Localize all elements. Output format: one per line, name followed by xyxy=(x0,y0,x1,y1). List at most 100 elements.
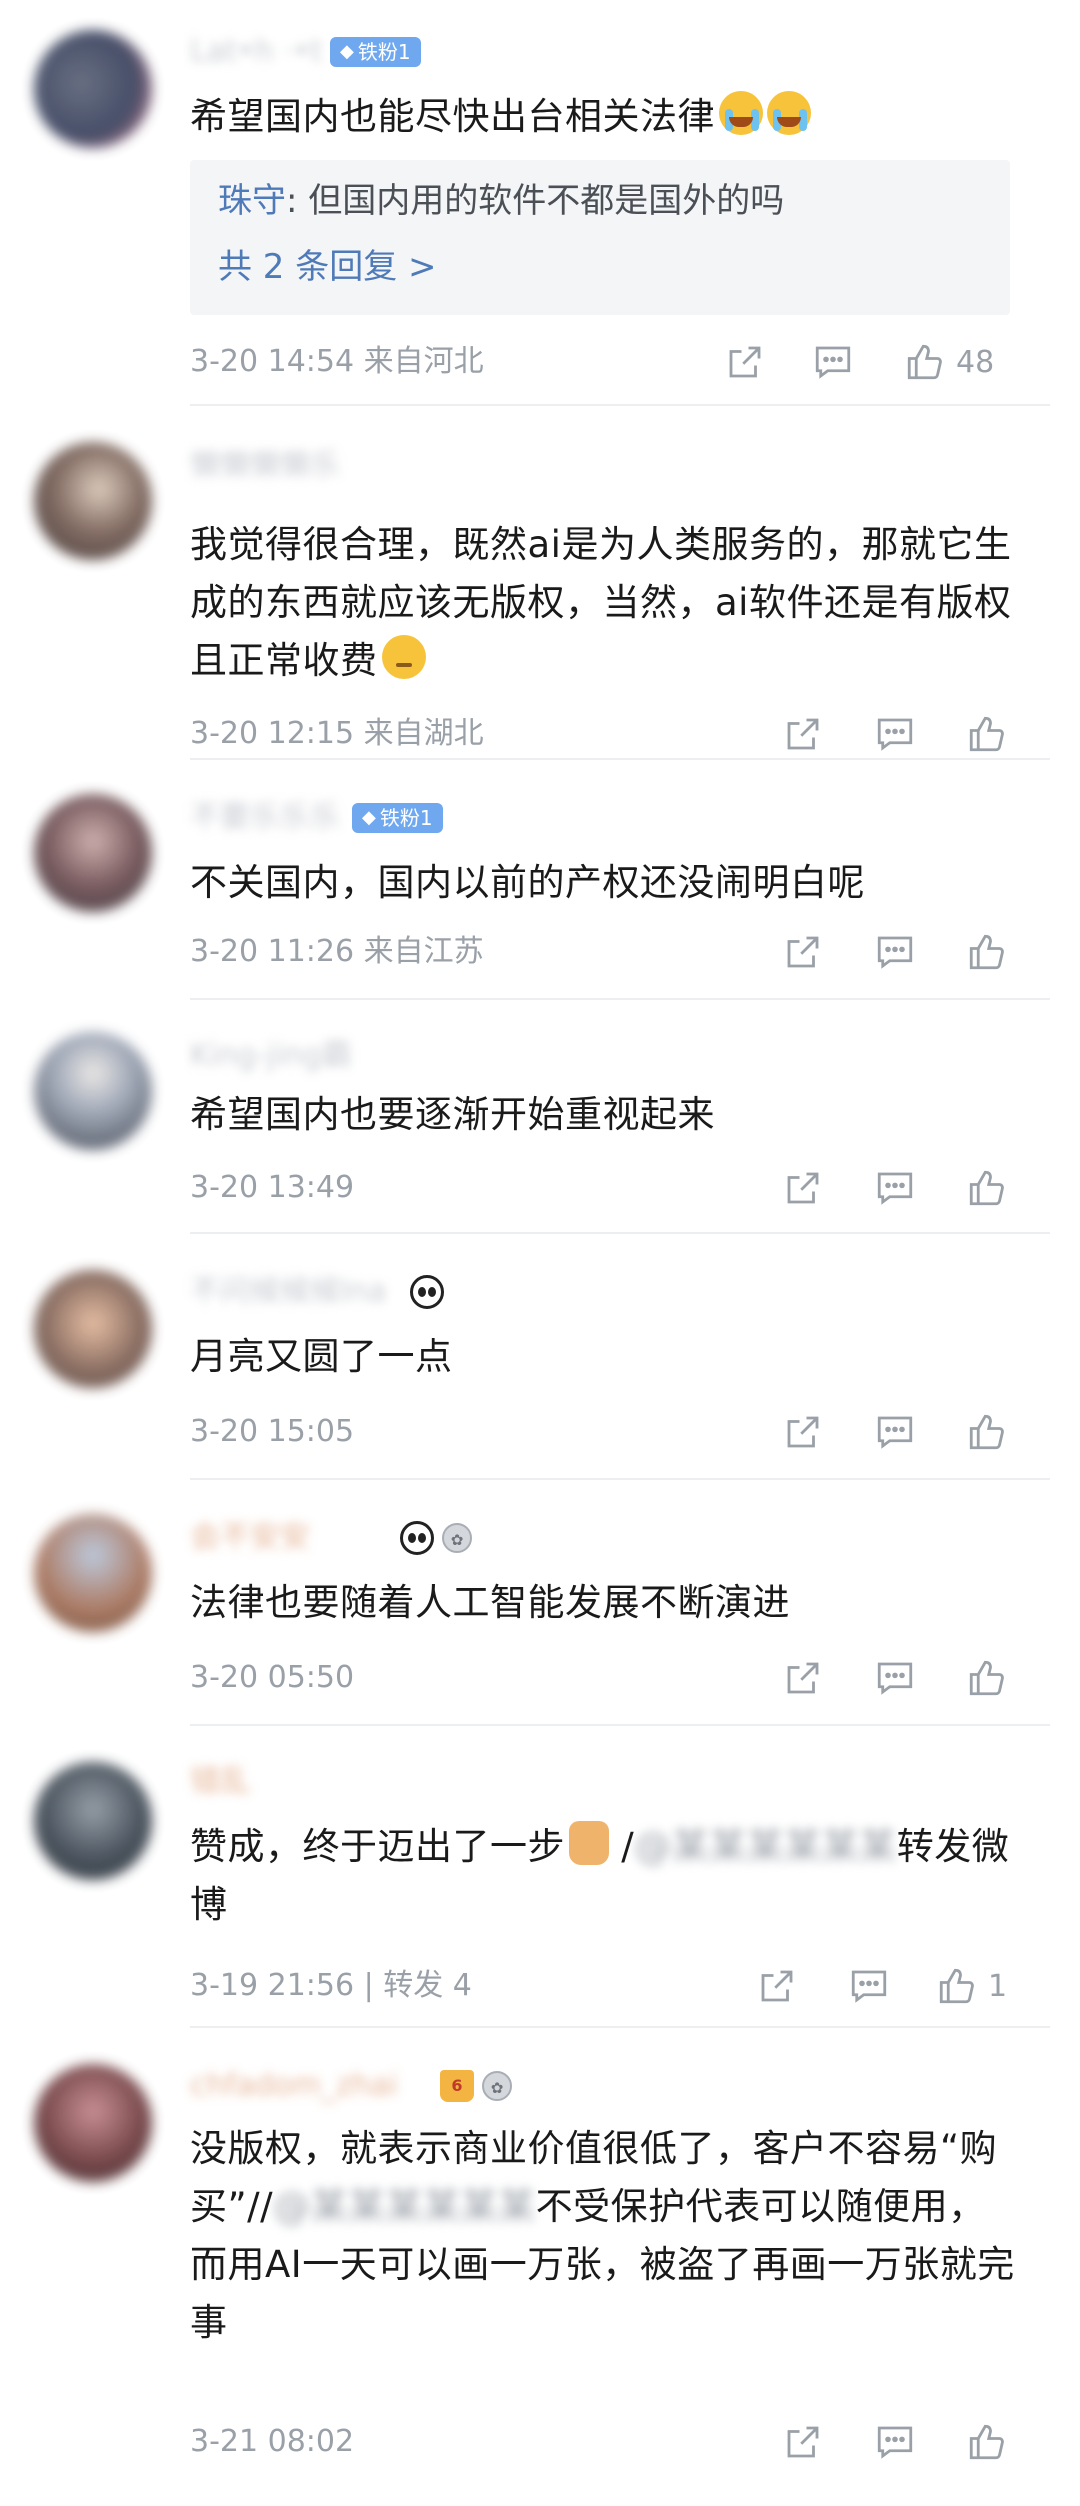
comment-button[interactable] xyxy=(874,1410,916,1454)
divider xyxy=(190,2026,1050,2028)
comment-button[interactable] xyxy=(848,1964,890,2008)
like-button[interactable] xyxy=(966,1166,1008,1210)
comment-meta: 3-20 13:49 xyxy=(190,1168,354,1208)
location: 来自湖北 xyxy=(363,716,484,751)
avatar[interactable] xyxy=(34,794,152,912)
divider xyxy=(190,998,1050,1000)
share-button[interactable] xyxy=(782,930,824,974)
thumbs-up-icon xyxy=(969,716,1004,752)
share-button[interactable] xyxy=(782,1166,824,1210)
fan-badge[interactable]: ◆ 铁粉1 xyxy=(352,803,443,833)
like-button[interactable] xyxy=(966,930,1008,974)
timestamp: 3-20 14:54 xyxy=(190,344,355,379)
comment-meta: 3-19 21:56 | 转发 4 xyxy=(190,1966,472,2006)
like-button[interactable] xyxy=(966,2420,1008,2464)
vip-crown-icon: 6 xyxy=(440,2070,474,2102)
username[interactable]: King-jing霸 xyxy=(190,1036,352,1076)
avatar[interactable] xyxy=(34,2064,152,2182)
timestamp: 3-20 13:49 xyxy=(190,1170,355,1205)
share-icon xyxy=(787,1662,819,1694)
comment-meta: 3-20 05:50 xyxy=(190,1658,354,1698)
share-button[interactable] xyxy=(782,712,824,756)
comment-icon xyxy=(877,1172,913,1205)
panda-badge-icon xyxy=(410,1275,444,1309)
divider xyxy=(190,1232,1050,1234)
crying-emoji xyxy=(719,91,763,135)
avatar[interactable] xyxy=(34,1514,152,1632)
mention-link[interactable]: @某某某某某某 xyxy=(634,1825,897,1868)
comment-text: 我觉得很合理，既然ai是为人类服务的，那就它生成的东西就应该无版权，当然，ai软… xyxy=(190,516,1020,690)
share-icon xyxy=(787,2426,819,2458)
username[interactable]: 不要乐乐乐 xyxy=(190,798,340,838)
comment-text-content: 赞成，终于迈出了一步 xyxy=(190,1825,565,1868)
comment-meta: 3-20 15:05 xyxy=(190,1412,354,1452)
comment-text-content: 法律也要随着人工智能发展不断演进 xyxy=(190,1581,790,1624)
comment-meta: 3-20 11:26 来自江苏 xyxy=(190,932,484,972)
diamond-icon: ◆ xyxy=(340,41,354,62)
thumbs-up-emoji xyxy=(569,1821,609,1865)
reply-author[interactable]: 珠守 xyxy=(218,181,286,221)
comment-button[interactable] xyxy=(874,1166,916,1210)
comment-button[interactable] xyxy=(874,1656,916,1700)
comment-button[interactable] xyxy=(874,712,916,756)
reply-box[interactable]: 珠守: 但国内用的软件不都是国外的吗 共 2 条回复 > xyxy=(190,160,1010,315)
comment-icon xyxy=(877,1662,913,1695)
like-count: 48 xyxy=(956,344,995,380)
like-button[interactable] xyxy=(966,1410,1008,1454)
comment-text: 没版权，就表示商业价值很低了，客户不容易“购买”//@某某某某某某不受保护代表可… xyxy=(190,2120,1020,2352)
username[interactable]: 不问候候候Ina xyxy=(190,1272,386,1312)
timestamp: 3-20 12:15 xyxy=(190,716,355,751)
like-button[interactable]: 1 xyxy=(936,1964,1007,2008)
comment-text-content: 我觉得很合理，既然ai是为人类服务的，那就它生成的东西就应该无版权，当然，ai软… xyxy=(190,523,1012,682)
share-button[interactable] xyxy=(782,1410,824,1454)
thumbs-up-icon xyxy=(907,344,942,380)
username[interactable]: 错乱 xyxy=(190,1762,250,1802)
share-icon xyxy=(729,346,761,378)
fan-badge-label: 铁粉1 xyxy=(379,806,433,830)
share-icon xyxy=(787,1416,819,1448)
comment-text: 法律也要随着人工智能发展不断演进 xyxy=(190,1574,1020,1632)
comment-icon xyxy=(877,718,913,751)
reply-preview: 珠守: 但国内用的软件不都是国外的吗 xyxy=(218,176,784,226)
panda-badge-icon xyxy=(400,1521,434,1555)
more-replies-link[interactable]: 共 2 条回复 > xyxy=(218,242,437,292)
comment-icon xyxy=(877,2426,913,2459)
share-button[interactable] xyxy=(782,1656,824,1700)
divider xyxy=(190,1478,1050,1480)
avatar[interactable] xyxy=(34,1032,152,1150)
comment-button[interactable] xyxy=(874,2420,916,2464)
comment-icon xyxy=(877,1416,913,1449)
avatar[interactable] xyxy=(34,1270,152,1388)
share-button[interactable] xyxy=(724,340,766,384)
share-button[interactable] xyxy=(782,2420,824,2464)
like-button[interactable]: 48 xyxy=(904,340,994,384)
username[interactable]: 懒懒懒懒乐 xyxy=(190,446,340,486)
comment-meta: 3-21 08:02 xyxy=(190,2422,354,2462)
medal-icon: ✿ xyxy=(442,1523,472,1553)
username[interactable]: Lat•h ·•t xyxy=(190,32,322,72)
username[interactable]: chfadom_zhai xyxy=(190,2066,398,2106)
repost-count[interactable]: | 转发 4 xyxy=(364,1968,472,2003)
avatar[interactable] xyxy=(34,1762,152,1880)
avatar[interactable] xyxy=(34,442,152,560)
comment-button[interactable] xyxy=(812,340,854,384)
fan-badge[interactable]: ◆ 铁粉1 xyxy=(330,37,421,67)
thumbs-up-icon xyxy=(939,1968,974,2004)
username[interactable]: 会不安安 xyxy=(190,1518,310,1558)
divider xyxy=(190,404,1050,406)
comment-text-content: 希望国内也能尽快出台相关法律 xyxy=(190,95,715,138)
fan-badge-label: 铁粉1 xyxy=(357,40,411,64)
like-button[interactable] xyxy=(966,712,1008,756)
comment-text: 不关国内，国内以前的产权还没闹明白呢 xyxy=(190,854,1020,912)
location: 来自河北 xyxy=(363,344,484,379)
timestamp: 3-20 05:50 xyxy=(190,1660,355,1695)
share-icon xyxy=(787,718,819,750)
avatar[interactable] xyxy=(34,30,152,148)
like-button[interactable] xyxy=(966,1656,1008,1700)
comment-text-content: 月亮又圆了一点 xyxy=(190,1335,453,1378)
mention-link[interactable]: @某某某某某某 xyxy=(273,2185,536,2228)
comment-button[interactable] xyxy=(874,930,916,974)
timestamp: 3-21 08:02 xyxy=(190,2424,355,2459)
share-button[interactable] xyxy=(756,1964,798,2008)
divider xyxy=(190,1724,1050,1726)
